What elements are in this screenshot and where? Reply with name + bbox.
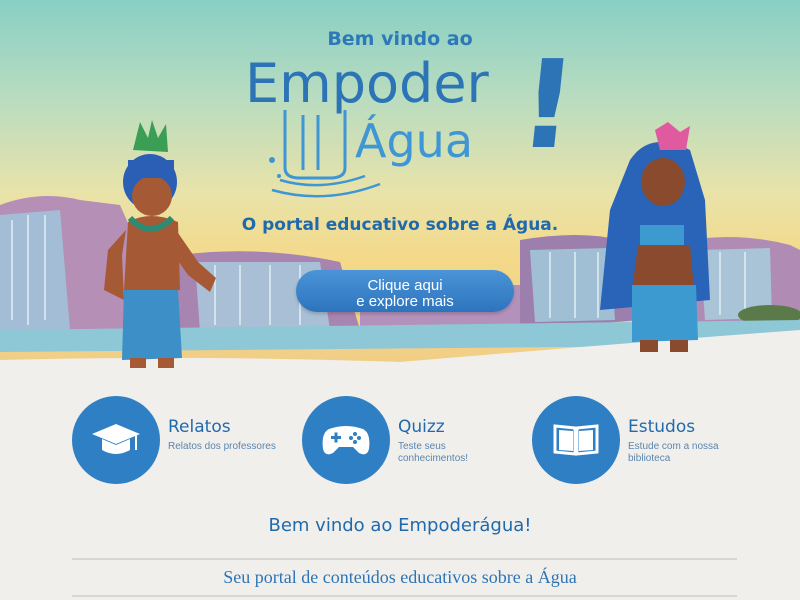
feature-title: Relatos xyxy=(168,417,231,437)
explore-button-line2: e explore mais xyxy=(356,292,454,310)
feature-title: Estudos xyxy=(628,417,696,437)
explore-button[interactable]: Clique aqui e explore mais xyxy=(296,270,514,312)
hero-tagline: O portal educativo sobre a Água. xyxy=(241,215,559,235)
open-book-icon xyxy=(532,396,620,484)
feature-estudos[interactable]: Estudos Estude com a nossa biblioteca xyxy=(532,395,752,485)
welcome-heading: Bem vindo ao xyxy=(327,28,473,50)
feature-description: Estude com a nossa biblioteca xyxy=(628,441,719,464)
welcome-title: Bem vindo ao Empoderágua! xyxy=(268,515,532,536)
graduation-cap-icon xyxy=(72,396,160,484)
explore-button-line1: Clique aqui xyxy=(367,276,443,294)
feature-relatos[interactable]: Relatos Relatos dos professores xyxy=(72,395,292,485)
feature-title: Quizz xyxy=(398,417,445,437)
features-row: Relatos Relatos dos professores Quizz Te… xyxy=(0,395,800,495)
divider xyxy=(72,595,737,597)
logo-text-agua: Água xyxy=(355,114,474,168)
logo-text-empoder: Empoder xyxy=(245,52,489,115)
divider xyxy=(72,558,737,560)
feature-quizz[interactable]: Quizz Teste seus conhecimentos! xyxy=(302,395,522,485)
portal-subtitle: Seu portal de conteúdos educativos sobre… xyxy=(223,567,577,587)
gamepad-icon xyxy=(302,396,390,484)
feature-description: Teste seus conhecimentos! xyxy=(398,441,469,464)
hero-banner: Bem vindo ao Empoder Água ! O portal edu… xyxy=(0,0,800,372)
feature-description: Relatos dos professores xyxy=(168,441,276,452)
